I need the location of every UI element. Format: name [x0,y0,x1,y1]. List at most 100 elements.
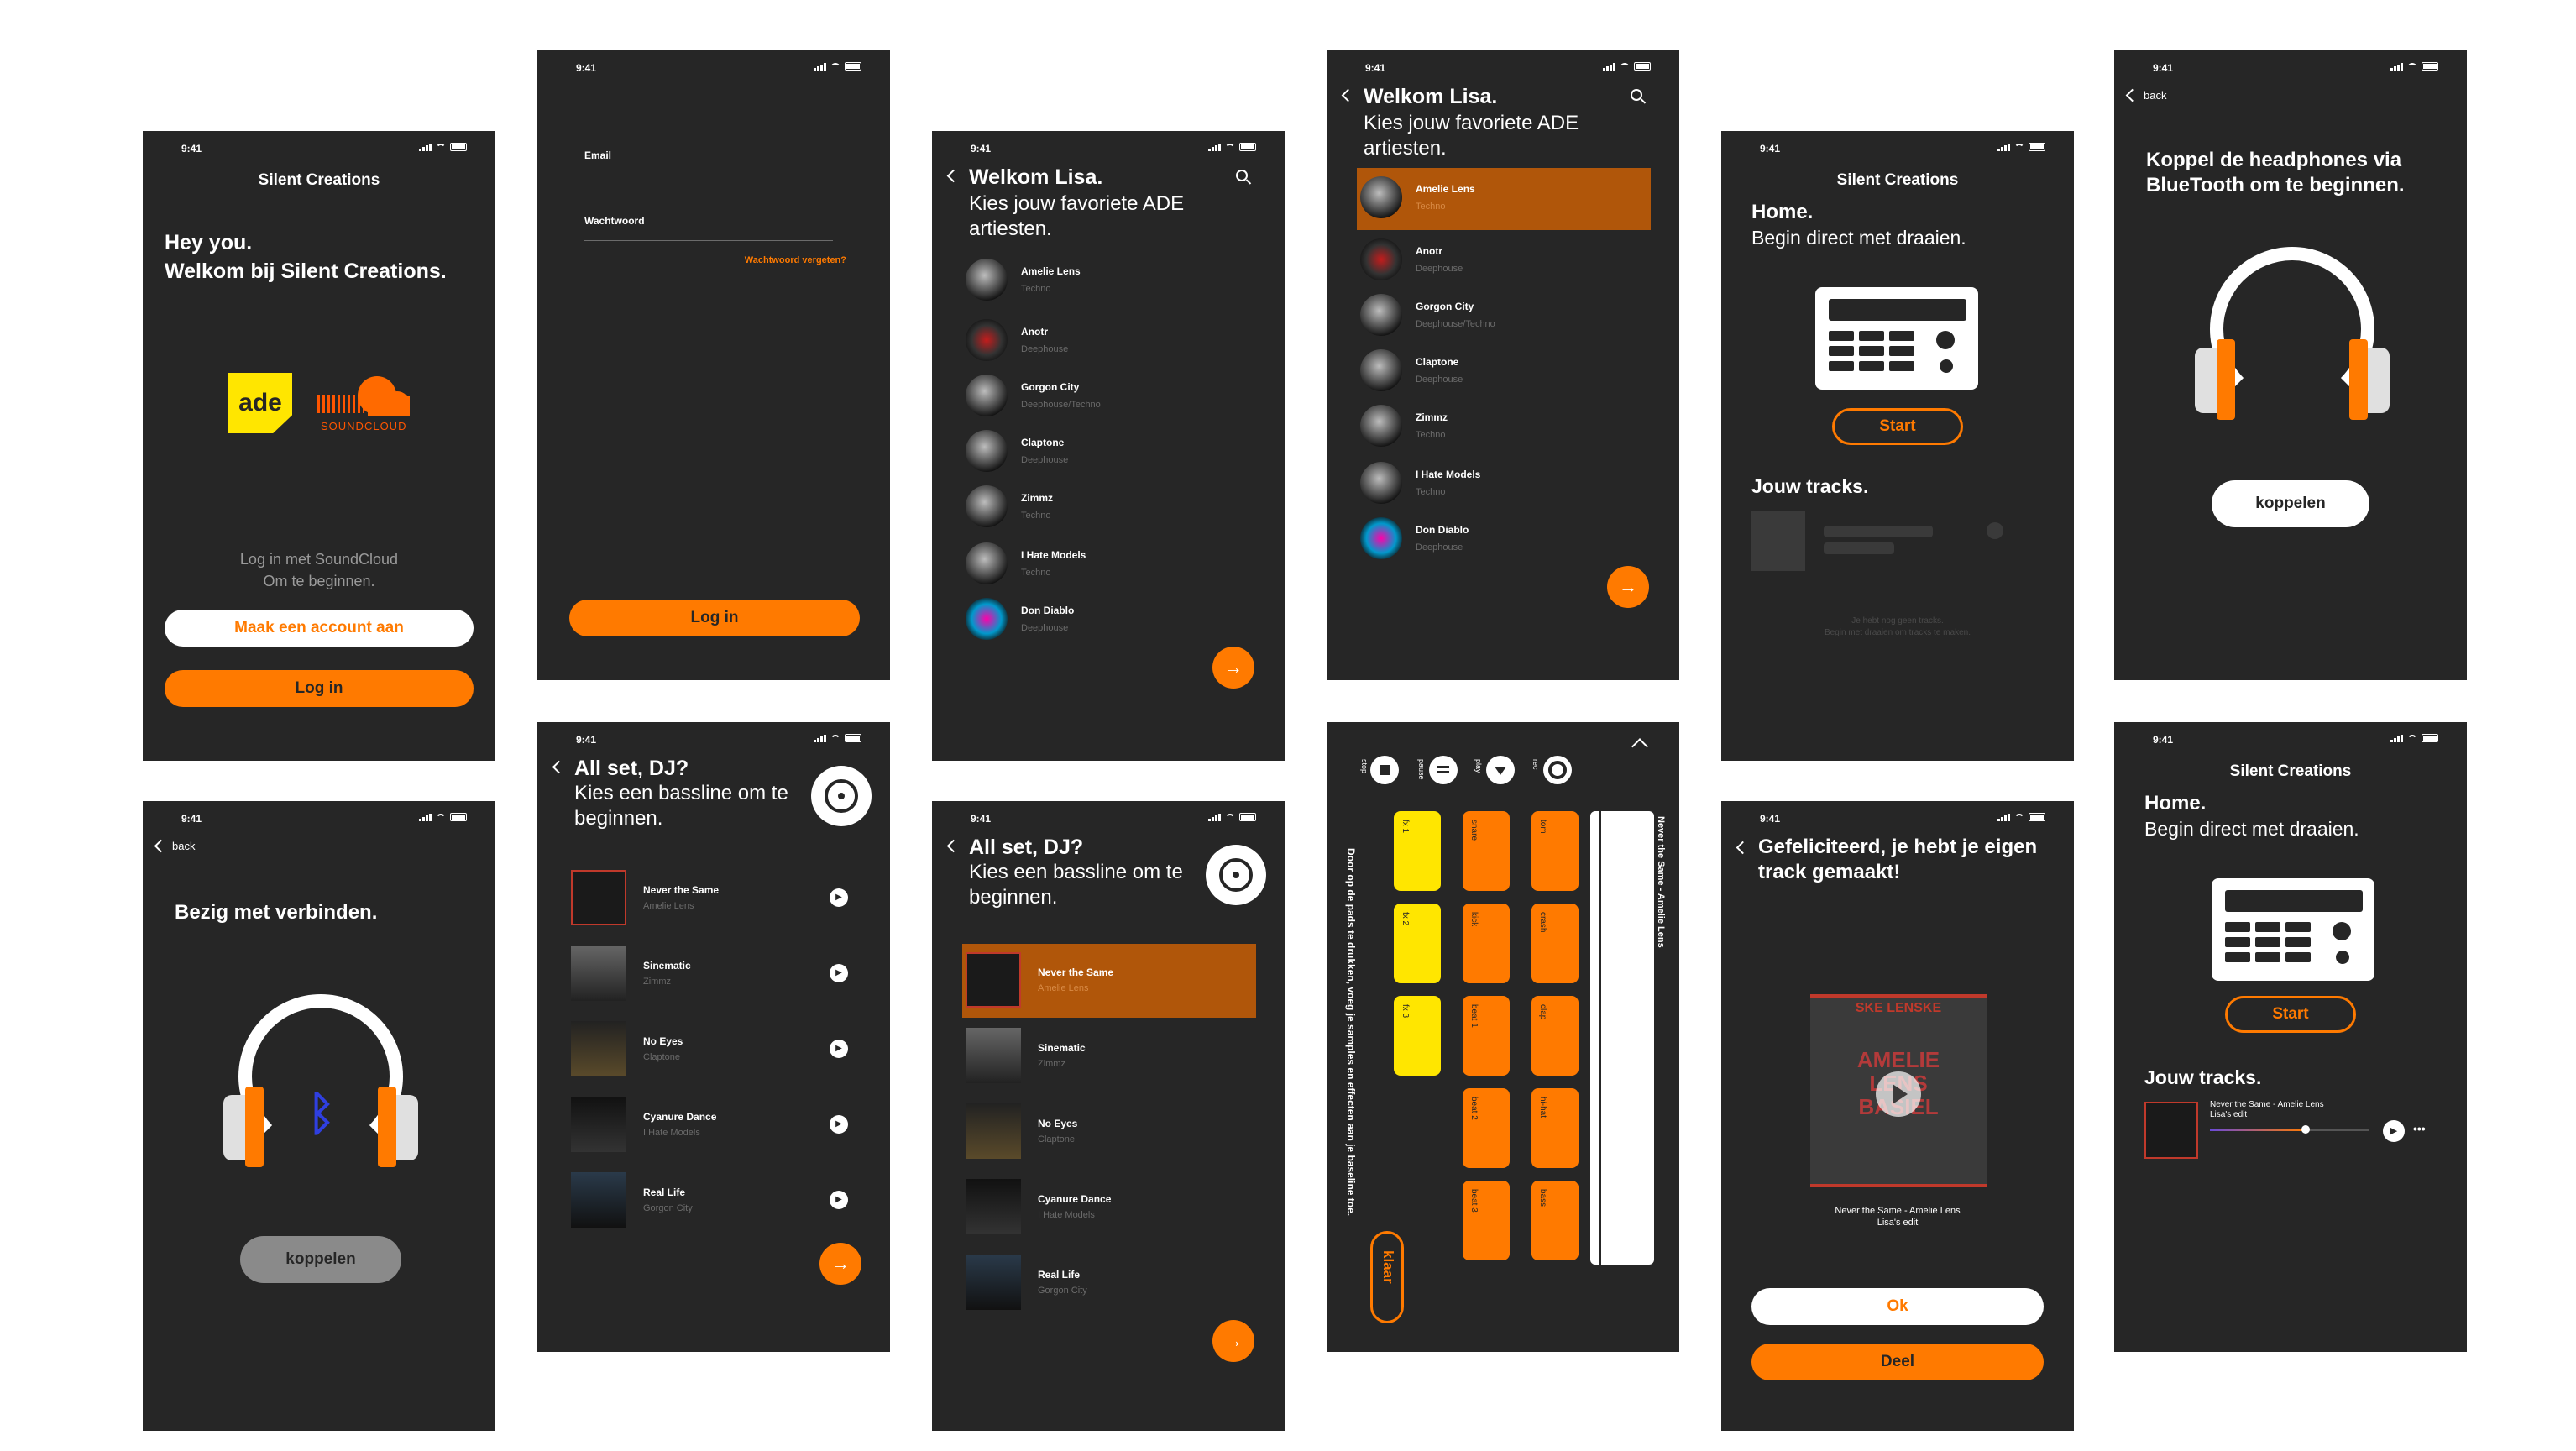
track-item[interactable]: Never the Same Amelie Lens ▶ [571,870,848,925]
wifi-icon [436,813,446,821]
pad-hi-hat[interactable]: hi-hat [1531,1088,1579,1168]
track-item[interactable]: Sinematic Zimmz ▶ [571,946,848,1001]
artist-item[interactable]: Claptone Deephouse [1360,349,1463,391]
track-progress-bar[interactable] [2210,1125,2369,1134]
next-button[interactable]: → [819,1243,861,1285]
progress-knob[interactable] [2301,1125,2310,1134]
track-progress-strip[interactable] [1590,811,1654,1265]
back-chevron-icon[interactable] [946,839,961,853]
pair-button-disabled[interactable]: koppelen [240,1236,401,1283]
play-button[interactable] [1486,756,1515,784]
pair-button[interactable]: koppelen [2212,480,2369,527]
play-icon[interactable]: ▶ [830,1040,848,1058]
next-button[interactable]: → [1212,647,1254,689]
wifi-icon [830,734,840,742]
play-button[interactable]: ▶ [2383,1120,2405,1142]
back-button[interactable]: back [154,839,195,853]
track-item[interactable]: No Eyes Claptone ▶ [571,1021,848,1076]
track-item-selected[interactable]: Never the Same Amelie Lens [966,952,1243,1008]
signal-icon [814,734,826,742]
cover-art [966,1179,1021,1234]
password-field[interactable] [584,240,833,241]
track-item[interactable]: No Eyes Claptone [966,1103,1243,1159]
play-icon [1495,767,1506,775]
avatar [966,259,1008,301]
back-chevron-icon[interactable] [946,169,961,183]
search-icon[interactable] [1236,170,1248,181]
artist-item[interactable]: Zimmz Techno [966,485,1053,527]
page-subtitle: Kies een bassline om te beginnen. [574,782,788,830]
back-chevron-icon[interactable] [552,760,566,774]
pause-button[interactable] [1429,756,1458,784]
artist-item[interactable]: Gorgon City Deephouse/Techno [966,375,1101,416]
start-button[interactable]: Start [2225,996,2356,1033]
stop-button[interactable] [1370,756,1399,784]
pad-fx-1[interactable]: fx 1 [1394,811,1441,891]
artist-item[interactable]: Gorgon City Deephouse/Techno [1360,294,1495,336]
ok-button[interactable]: Ok [1751,1288,2044,1325]
artist-item[interactable]: Claptone Deephouse [966,430,1068,472]
wifi-icon [1225,813,1235,821]
play-overlay-icon[interactable] [1876,1071,1921,1117]
pad-snare[interactable]: snare [1463,811,1510,891]
pad-kick[interactable]: kick [1463,904,1510,983]
track-item[interactable]: Cyanure Dance I Hate Models [966,1179,1243,1234]
artist-item[interactable]: Don Diablo Deephouse [966,598,1074,640]
login-button[interactable]: Log in [165,670,474,707]
avatar [1360,176,1402,218]
next-button[interactable]: → [1607,566,1649,608]
forgot-password-link[interactable]: Wachtwoord vergeten? [745,255,846,265]
artist-item-selected[interactable]: Amelie Lens Techno [1360,176,1475,218]
battery-icon [845,62,861,71]
collapse-chevron-icon[interactable] [1631,738,1648,755]
pad-beat-1[interactable]: beat 1 [1463,996,1510,1076]
back-chevron-icon[interactable] [1736,841,1750,855]
app-title: Silent Creations [1836,171,1959,189]
artist-item[interactable]: Don Diablo Deephouse [1360,517,1469,559]
pad-beat-3[interactable]: beat 3 [1463,1181,1510,1260]
play-icon[interactable]: ▶ [830,888,848,907]
track-item[interactable]: Cyanure Dance I Hate Models ▶ [571,1097,848,1152]
artist-item[interactable]: I Hate Models Techno [1360,462,1480,504]
record-icon [1548,761,1567,779]
pad-beat-2[interactable]: beat 2 [1463,1088,1510,1168]
avatar [966,375,1008,416]
artist-item[interactable]: Amelie Lens Techno [966,259,1081,301]
share-button[interactable]: Deel [1751,1344,2044,1380]
artist-item[interactable]: Zimmz Techno [1360,405,1448,447]
done-button[interactable]: klaar [1370,1231,1404,1323]
play-icon[interactable]: ▶ [830,1115,848,1134]
avatar [1360,462,1402,504]
signal-icon [1603,62,1615,71]
play-icon[interactable]: ▶ [830,1191,848,1209]
bassline-screen: 9:41 All set, DJ? Kies een bassline om t… [537,722,890,1352]
create-account-button[interactable]: Maak een account aan [165,610,474,647]
play-icon[interactable]: ▶ [830,964,848,982]
artist-select-screen: 9:41 Welkom Lisa. Kies jouw favoriete AD… [932,131,1285,761]
pad-bass[interactable]: bass [1531,1181,1579,1260]
battery-icon [845,734,861,742]
artist-item[interactable]: I Hate Models Techno [966,542,1086,584]
artist-item[interactable]: Anotr Deephouse [1360,238,1463,280]
start-button[interactable]: Start [1832,408,1963,445]
pad-tom[interactable]: tom [1531,811,1579,891]
avatar [1360,405,1402,447]
track-item[interactable]: Real Life Gorgon City ▶ [571,1172,848,1228]
artist-item[interactable]: Anotr Deephouse [966,319,1068,361]
login-button[interactable]: Log in [569,600,860,636]
pad-fx-3[interactable]: fx 3 [1394,996,1441,1076]
page-title: Bezig met verbinden. [175,901,378,924]
status-time: 9:41 [181,143,202,155]
track-item[interactable]: Sinematic Zimmz [966,1028,1243,1083]
pad-fx-2[interactable]: fx 2 [1394,904,1441,983]
home-screen-empty: 9:41 Silent Creations Home. Begin direct… [1721,131,2074,761]
rec-button[interactable] [1543,756,1572,784]
track-item[interactable]: Real Life Gorgon City [966,1255,1243,1310]
search-icon[interactable] [1631,89,1642,101]
more-options-icon[interactable]: ••• [2413,1122,2426,1135]
pad-crash[interactable]: crash [1531,904,1579,983]
back-button[interactable]: back [2125,88,2166,102]
next-button[interactable]: → [1212,1320,1254,1362]
back-chevron-icon[interactable] [1341,88,1355,102]
pad-clap[interactable]: clap [1531,996,1579,1076]
